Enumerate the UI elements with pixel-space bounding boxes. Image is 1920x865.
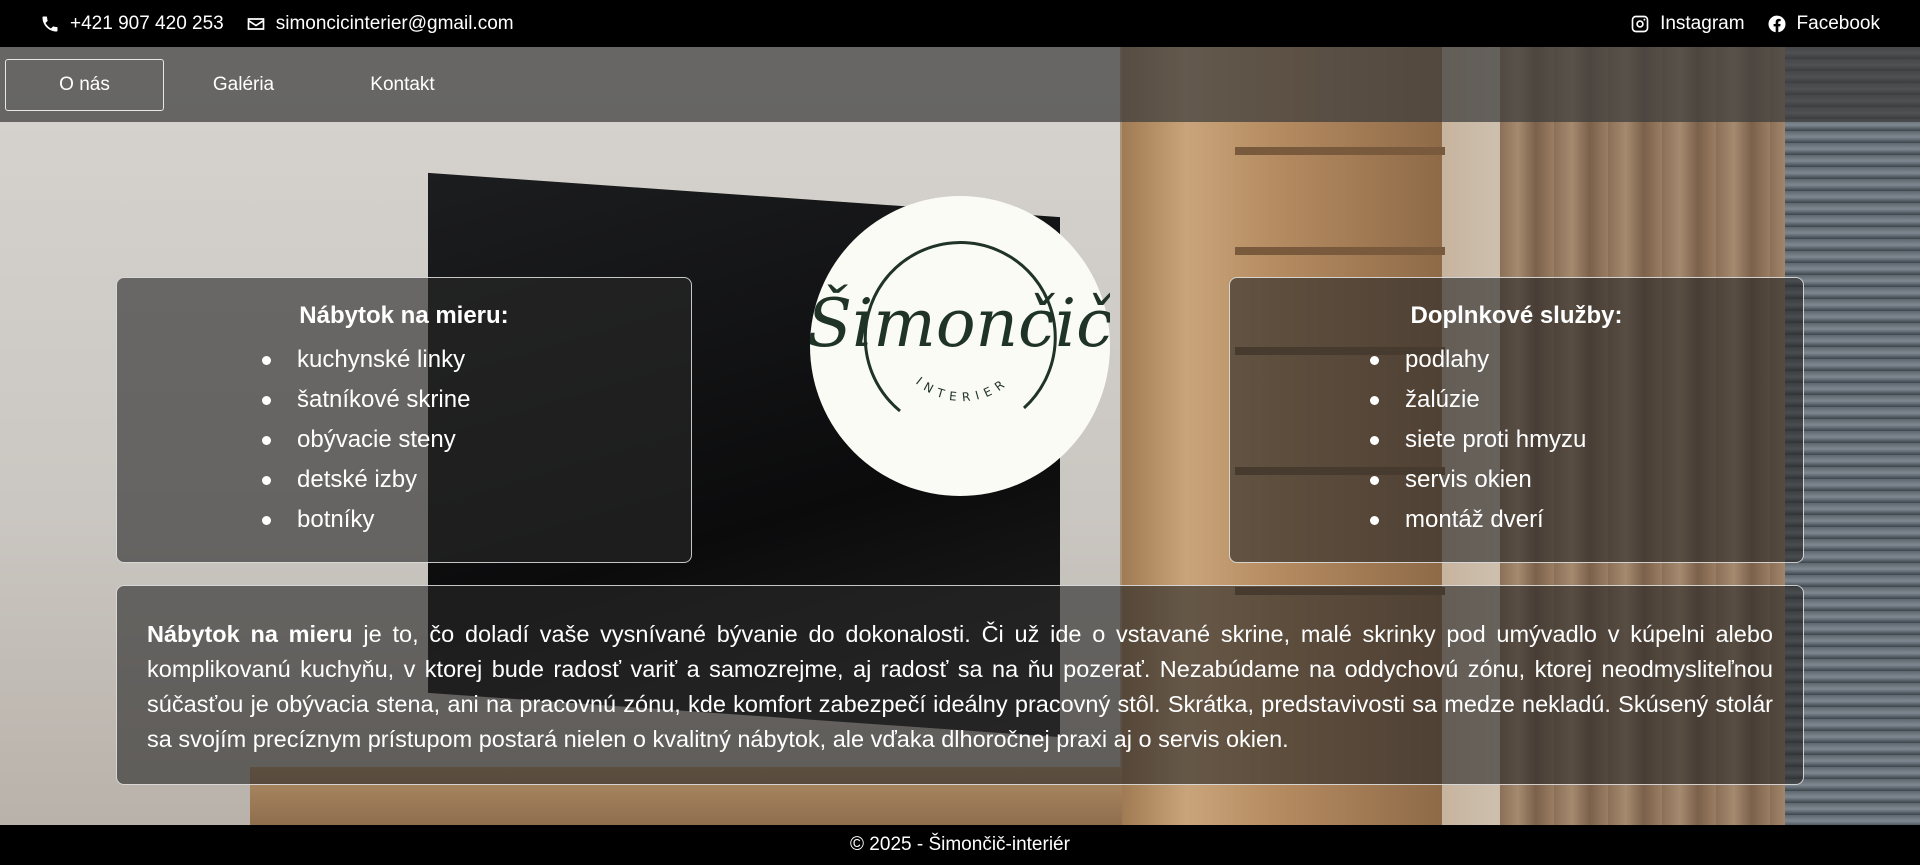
main-nav: O nás Galéria Kontakt: [0, 47, 1920, 122]
services-title: Doplnkové služby:: [1410, 302, 1623, 329]
furniture-card: Nábytok na mieru: kuchynské linky šatník…: [116, 277, 692, 563]
mail-icon: [246, 14, 266, 34]
list-item: siete proti hmyzu: [1370, 420, 1803, 460]
about-card: Nábytok na mieru je to, čo doladí vaše v…: [116, 585, 1804, 785]
list-item: montáž dverí: [1370, 500, 1803, 540]
phone-link[interactable]: +421 907 420 253: [40, 13, 224, 35]
nav-item-about[interactable]: O nás: [5, 58, 164, 111]
phone-icon: [40, 14, 60, 34]
logo-name: Šimončič: [810, 284, 1110, 362]
about-lead: Nábytok na mieru: [147, 621, 353, 647]
nav-item-gallery[interactable]: Galéria: [164, 59, 323, 111]
social-group: Instagram Facebook: [1630, 13, 1880, 35]
phone-number: +421 907 420 253: [70, 12, 224, 34]
footer: © 2025 - Šimončič-interiér: [0, 825, 1920, 865]
list-item: kuchynské linky: [262, 340, 691, 380]
list-item: botníky: [262, 500, 691, 540]
list-item: servis okien: [1370, 460, 1803, 500]
footer-copyright: © 2025 - Šimončič-interiér: [850, 834, 1070, 855]
email-address: simoncicinterier@gmail.com: [275, 12, 514, 34]
logo-subtitle: INTERIER: [913, 374, 1012, 404]
furniture-title: Nábytok na mieru:: [299, 302, 509, 329]
about-text: je to, čo doladí vaše vysnívané bývanie …: [147, 621, 1773, 752]
list-item: detské izby: [262, 460, 691, 500]
hero-shelf-board: [1235, 247, 1445, 255]
list-item: šatníkové skrine: [262, 380, 691, 420]
email-link[interactable]: simoncicinterier@gmail.com: [246, 13, 514, 35]
hero-shelf-board: [1235, 147, 1445, 155]
facebook-link[interactable]: Facebook: [1767, 13, 1880, 35]
about-paragraph: Nábytok na mieru je to, čo doladí vaše v…: [147, 617, 1773, 757]
furniture-list: kuchynské linky šatníkové skrine obývaci…: [117, 340, 691, 540]
instagram-icon: [1630, 14, 1650, 34]
list-item: obývacie steny: [262, 420, 691, 460]
facebook-label: Facebook: [1796, 12, 1880, 34]
services-card: Doplnkové služby: podlahy žalúzie siete …: [1229, 277, 1804, 563]
hero-window-blinds: [1785, 47, 1920, 825]
instagram-link[interactable]: Instagram: [1630, 12, 1745, 35]
brand-logo: Šimončič INTERIER: [810, 196, 1110, 496]
contact-group: +421 907 420 253 simoncicinterier@gmail.…: [40, 13, 514, 35]
services-list: podlahy žalúzie siete proti hmyzu servis…: [1230, 340, 1803, 540]
list-item: podlahy: [1370, 340, 1803, 380]
list-item: žalúzie: [1370, 380, 1803, 420]
top-bar: +421 907 420 253 simoncicinterier@gmail.…: [0, 0, 1920, 47]
instagram-label: Instagram: [1660, 12, 1745, 34]
facebook-icon: [1767, 14, 1787, 34]
nav-item-contact[interactable]: Kontakt: [323, 59, 482, 111]
logo-mark: Šimončič INTERIER: [810, 241, 1110, 413]
